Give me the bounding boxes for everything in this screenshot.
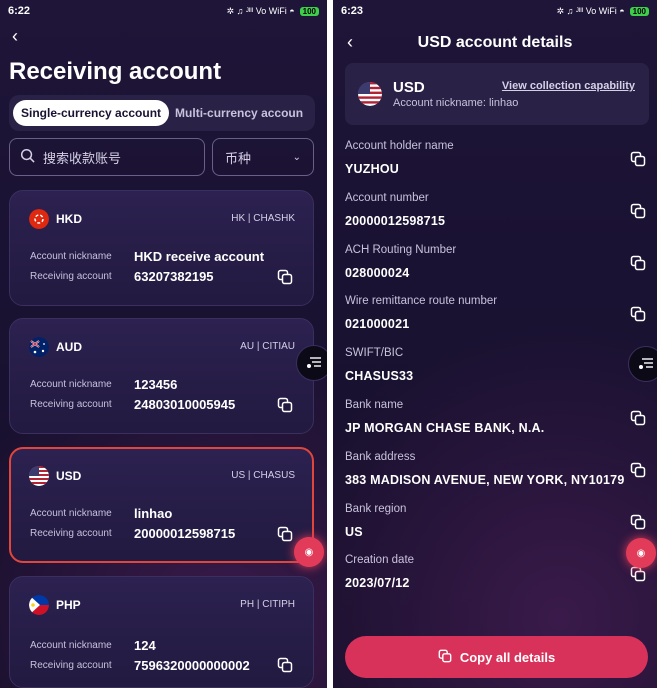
status-icons: ✲ ♫ ᴶᴵᴵᴵ Vo WiFi ◓ [226,5,295,16]
copy-icon[interactable] [630,514,646,530]
account-label: Receiving account [30,660,112,671]
field-label-bank-region: Bank region [345,503,407,515]
nickname-label: Account nickname [30,640,112,651]
status-bar: 6:23 ✲ ♫ ᴶᴵᴵᴵ Vo WiFi ◓ 100 [333,0,657,22]
copy-icon[interactable] [277,397,293,413]
status-bar: 6:22 ✲ ♫ ᴶᴵᴵᴵ Vo WiFi ◓ 100 [0,0,327,22]
field-label-wire-route: Wire remittance route number [345,295,498,307]
battery-icon: 100 [629,6,649,16]
field-label-account-number: Account number [345,192,429,204]
field-label-bank-address: Bank address [345,451,416,463]
assistant-float-icon[interactable]: ◉ [626,538,656,568]
us-flag-icon [358,82,382,106]
nickname-value: linhao [134,506,173,521]
tab-single-currency[interactable]: Single-currency account [13,100,170,126]
nickname-label: Account nickname [30,508,112,519]
search-input[interactable]: 搜索收款账号 [9,138,205,176]
field-value-creation-date: 2023/07/12 [345,576,410,590]
field-label-ach-routing: ACH Routing Number [345,244,457,256]
receiving-account-screen: 6:22 ✲ ♫ ᴶᴵᴵᴵ Vo WiFi ◓ 100 ‹ Receiving … [0,0,327,688]
account-label: Receiving account [30,271,112,282]
copy-icon[interactable] [630,151,646,167]
field-label-bank-name: Bank name [345,399,404,411]
filter-settings-icon[interactable] [296,345,327,381]
copy-icon[interactable] [277,526,293,542]
nickname-value: 123456 [134,377,178,392]
filter-settings-icon[interactable] [628,346,657,382]
ph-flag-icon [29,595,49,615]
account-label: Receiving account [30,399,112,410]
chevron-down-icon: ⌄ [292,151,301,163]
view-collection-capability-link[interactable]: View collection capability [502,80,635,92]
copy-icon[interactable] [630,566,646,582]
tab-multi-currency[interactable]: Multi-currency accoun [169,100,309,126]
copy-icon[interactable] [630,255,646,271]
field-value-bank-address: 383 MADISON AVENUE, NEW YORK, NY10179 [345,473,625,487]
field-label-holder-name: Account holder name [345,140,454,152]
account-card-aud[interactable]: AUD AU | CITIAU Account nickname 123456 … [9,318,314,434]
account-value: 7596320000000002 [134,658,250,673]
currency-code: USD [393,79,425,96]
bank-code: US | CHASUS [231,470,295,481]
currency-code: PHP [56,598,81,612]
status-time: 6:23 [341,5,364,17]
copy-icon[interactable] [277,657,293,673]
page-title: USD account details [417,34,573,51]
account-value: 24803010005945 [134,397,236,412]
bank-code: PH | CITIPH [240,599,295,610]
status-icons: ✲ ♫ ᴶᴵᴵᴵ Vo WiFi ◓ [556,5,625,16]
bank-code: HK | CHASHK [231,213,295,224]
account-label: Receiving account [30,528,112,539]
copy-icon [438,649,452,666]
account-value: 63207382195 [134,269,214,284]
us-flag-icon [29,466,49,486]
account-nickname: Account nickname: linhao [393,97,519,109]
usd-account-details-screen: 6:23 ✲ ♫ ᴶᴵᴵᴵ Vo WiFi ◓ 100 ‹ USD accoun… [333,0,657,688]
assistant-float-icon[interactable]: ◉ [294,537,324,567]
field-value-holder-name: YUZHOU [345,162,399,176]
hk-flag-icon [29,209,49,229]
account-card-hkd[interactable]: HKD HK | CHASHK Account nickname HKD rec… [9,190,314,306]
account-type-tabs: Single-currency account Multi-currency a… [9,95,315,131]
nickname-value: 124 [134,638,156,653]
nickname-label: Account nickname [30,251,112,262]
field-label-swift: SWIFT/BIC [345,347,404,359]
field-label-creation-date: Creation date [345,554,415,566]
nickname-label: Account nickname [30,379,112,390]
currency-filter-select[interactable]: 币种 ⌄ [212,138,314,176]
back-arrow-icon[interactable]: ‹ [12,26,18,47]
copy-icon[interactable] [630,410,646,426]
currency-code: AUD [56,340,82,354]
account-card-php[interactable]: PHP PH | CITIPH Account nickname 124 Rec… [9,576,314,688]
account-card-usd[interactable]: USD US | CHASUS Account nickname linhao … [9,447,314,563]
copy-icon[interactable] [630,203,646,219]
search-placeholder: 搜索收款账号 [43,150,122,166]
field-value-swift: CHASUS33 [345,369,414,383]
currency-filter-label: 币种 [225,150,252,166]
copy-icon[interactable] [630,306,646,322]
copy-all-label: Copy all details [459,649,556,665]
account-value: 20000012598715 [134,526,236,541]
account-summary-card: USD Account nickname: linhao View collec… [345,63,649,125]
bank-code: AU | CITIAU [240,341,295,352]
field-value-bank-name: JP MORGAN CHASE BANK, N.A. [345,421,545,435]
field-value-ach-routing: 028000024 [345,266,410,280]
copy-icon[interactable] [630,462,646,478]
currency-code: HKD [56,212,82,226]
battery-icon: 100 [299,6,319,16]
status-time: 6:22 [8,5,31,17]
page-title: Receiving account [9,58,222,85]
copy-icon[interactable] [277,269,293,285]
field-value-account-number: 20000012598715 [345,214,446,228]
copy-all-details-button[interactable]: Copy all details [345,636,648,678]
au-flag-icon [29,337,49,357]
currency-code: USD [56,469,82,483]
nickname-value: HKD receive account [134,249,265,264]
field-value-wire-route: 021000021 [345,317,410,331]
search-icon [20,148,35,166]
field-value-bank-region: US [345,525,363,539]
